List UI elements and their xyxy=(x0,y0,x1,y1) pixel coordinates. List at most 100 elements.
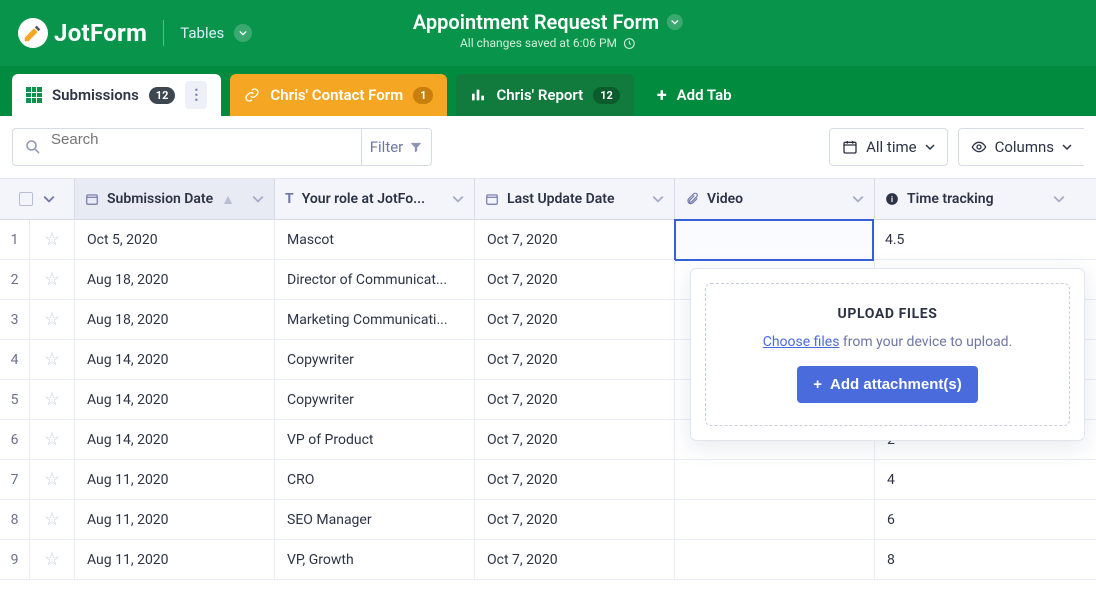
cell-submission-date[interactable]: Aug 18, 2020 xyxy=(75,260,275,299)
history-icon[interactable] xyxy=(623,37,636,50)
col-last-update[interactable]: Last Update Date xyxy=(475,179,675,219)
product-picker[interactable]: Tables xyxy=(180,24,252,42)
date-range-button[interactable]: All time xyxy=(829,128,947,166)
cell-last-update[interactable]: Oct 7, 2020 xyxy=(475,260,675,299)
cell-submission-date[interactable]: Aug 11, 2020 xyxy=(75,540,275,579)
calendar-icon xyxy=(485,192,499,206)
chevron-down-icon[interactable] xyxy=(1053,193,1065,205)
cell-video[interactable] xyxy=(675,460,875,499)
star-button[interactable]: ☆ xyxy=(30,220,75,259)
form-title[interactable]: Appointment Request Form xyxy=(413,10,683,34)
chart-icon xyxy=(470,87,486,103)
chevron-down-icon xyxy=(667,14,683,30)
cell-role[interactable]: SEO Manager xyxy=(275,500,475,539)
plus-icon: + xyxy=(813,376,822,393)
svg-text:i: i xyxy=(891,195,893,204)
cell-time-tracking[interactable]: 8 xyxy=(875,540,1075,579)
row-index: 2 xyxy=(0,260,30,299)
chevron-down-icon[interactable] xyxy=(452,193,464,205)
plus-icon: + xyxy=(657,85,667,106)
cell-role[interactable]: Copywriter xyxy=(275,380,475,419)
upload-hint: Choose files from your device to upload. xyxy=(716,334,1059,350)
star-button[interactable]: ☆ xyxy=(30,420,75,459)
star-button[interactable]: ☆ xyxy=(30,380,75,419)
save-status: All changes saved at 6:06 PM xyxy=(413,36,683,50)
count-badge: 1 xyxy=(413,87,433,104)
cell-submission-date[interactable]: Aug 14, 2020 xyxy=(75,420,275,459)
info-icon: i xyxy=(885,192,899,206)
star-button[interactable]: ☆ xyxy=(30,260,75,299)
cell-last-update[interactable]: Oct 7, 2020 xyxy=(475,460,675,499)
tab-contact-form[interactable]: Chris' Contact Form 1 xyxy=(230,74,447,116)
columns-button[interactable]: Columns xyxy=(958,128,1084,166)
cell-role[interactable]: Mascot xyxy=(275,220,475,259)
cell-submission-date[interactable]: Aug 14, 2020 xyxy=(75,340,275,379)
cell-role[interactable]: Director of Communicat... xyxy=(275,260,475,299)
add-tab-button[interactable]: + Add Tab xyxy=(643,74,746,116)
cell-submission-date[interactable]: Aug 14, 2020 xyxy=(75,380,275,419)
upload-dropzone[interactable]: UPLOAD FILES Choose files from your devi… xyxy=(705,283,1070,426)
star-button[interactable]: ☆ xyxy=(30,460,75,499)
table-row[interactable]: 1☆Oct 5, 2020MascotOct 7, 2020 4.5 xyxy=(0,220,1096,260)
cell-time-tracking[interactable]: 4 xyxy=(875,460,1075,499)
chevron-down-icon[interactable] xyxy=(652,193,664,205)
cell-role[interactable]: VP of Product xyxy=(275,420,475,459)
cell-role[interactable]: CRO xyxy=(275,460,475,499)
choose-files-link[interactable]: Choose files xyxy=(763,334,840,350)
col-time-tracking[interactable]: i Time tracking xyxy=(875,179,1075,219)
text-icon: T xyxy=(285,191,294,207)
cell-last-update[interactable]: Oct 7, 2020 xyxy=(475,540,675,579)
brand-logo[interactable]: JotForm xyxy=(18,18,147,48)
col-video[interactable]: Video xyxy=(675,179,875,219)
chevron-down-icon[interactable] xyxy=(43,193,55,205)
form-title-wrap: Appointment Request Form All changes sav… xyxy=(413,10,683,50)
table-row[interactable]: 7☆Aug 11, 2020CROOct 7, 20204 xyxy=(0,460,1096,500)
cell-submission-date[interactable]: Oct 5, 2020 xyxy=(75,220,275,259)
cell-submission-date[interactable]: Aug 11, 2020 xyxy=(75,500,275,539)
add-attachment-button[interactable]: + Add attachment(s) xyxy=(797,366,977,403)
cell-last-update[interactable]: Oct 7, 2020 xyxy=(475,340,675,379)
header-row: Submission Date ▲ T Your role at JotFo..… xyxy=(0,179,1096,220)
cell-time-tracking[interactable]: 6 xyxy=(875,500,1075,539)
cell-role[interactable]: Marketing Communicati... xyxy=(275,300,475,339)
checkbox-icon[interactable] xyxy=(19,192,33,206)
cell-submission-date[interactable]: Aug 18, 2020 xyxy=(75,300,275,339)
chevron-down-icon[interactable] xyxy=(852,193,864,205)
cell-last-update[interactable]: Oct 7, 2020 xyxy=(475,420,675,459)
star-button[interactable]: ☆ xyxy=(30,500,75,539)
star-button[interactable]: ☆ xyxy=(30,300,75,339)
pencil-icon xyxy=(18,18,48,48)
tab-submissions[interactable]: Submissions 12 ⋮ xyxy=(12,74,221,116)
filter-button[interactable]: Filter xyxy=(361,129,431,165)
col-submission-date[interactable]: Submission Date ▲ xyxy=(75,179,275,219)
star-button[interactable]: ☆ xyxy=(30,540,75,579)
table-row[interactable]: 8☆Aug 11, 2020SEO ManagerOct 7, 2020 6 xyxy=(0,500,1096,540)
search-input[interactable] xyxy=(13,131,260,148)
row-index: 1 xyxy=(0,220,30,259)
cell-last-update[interactable]: Oct 7, 2020 xyxy=(475,220,675,259)
cell-video[interactable] xyxy=(674,219,874,261)
chevron-down-icon[interactable] xyxy=(252,193,264,205)
tab-menu-button[interactable]: ⋮ xyxy=(185,81,207,109)
cell-role[interactable]: VP, Growth xyxy=(275,540,475,579)
table-row[interactable]: 9☆Aug 11, 2020VP, GrowthOct 7, 2020 8 xyxy=(0,540,1096,580)
cell-video[interactable] xyxy=(675,540,875,579)
star-button[interactable]: ☆ xyxy=(30,340,75,379)
cell-time-tracking[interactable]: 4.5 xyxy=(873,220,1073,259)
cell-video[interactable] xyxy=(675,500,875,539)
cell-submission-date[interactable]: Aug 11, 2020 xyxy=(75,460,275,499)
cell-last-update[interactable]: Oct 7, 2020 xyxy=(475,380,675,419)
tab-report[interactable]: Chris' Report 12 xyxy=(456,74,633,116)
row-index: 5 xyxy=(0,380,30,419)
toolbar: Filter All time Columns xyxy=(0,116,1096,178)
cell-last-update[interactable]: Oct 7, 2020 xyxy=(475,300,675,339)
row-index: 8 xyxy=(0,500,30,539)
select-all-header[interactable] xyxy=(0,179,75,219)
cell-role[interactable]: Copywriter xyxy=(275,340,475,379)
link-icon xyxy=(244,87,260,103)
calendar-icon xyxy=(842,139,858,155)
tabbar: Submissions 12 ⋮ Chris' Contact Form 1 C… xyxy=(0,66,1096,116)
cell-last-update[interactable]: Oct 7, 2020 xyxy=(475,500,675,539)
row-index: 9 xyxy=(0,540,30,579)
col-role[interactable]: T Your role at JotFo... xyxy=(275,179,475,219)
